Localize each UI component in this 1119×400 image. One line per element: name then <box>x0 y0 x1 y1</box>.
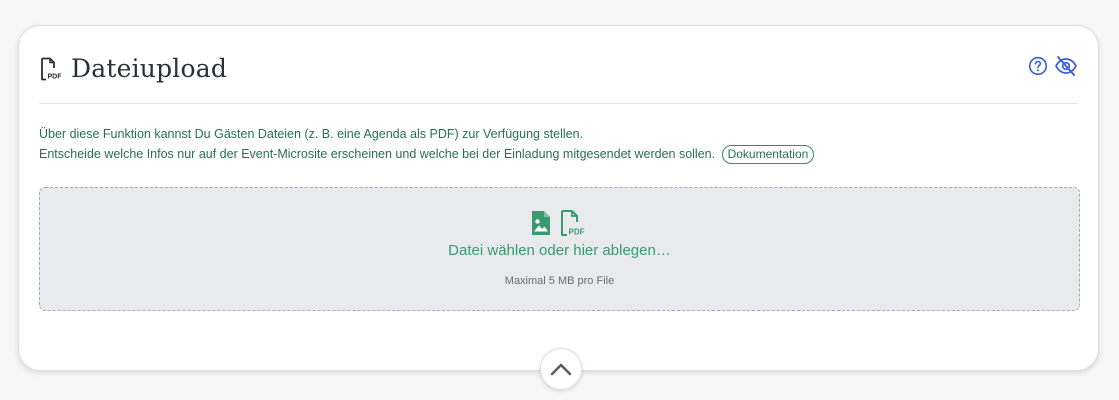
dropzone-icons: PDF <box>40 210 1079 236</box>
file-dropzone[interactable]: PDF Datei wählen oder hier ablegen… Maxi… <box>39 187 1080 311</box>
svg-text:PDF: PDF <box>48 74 62 81</box>
description-text: Über diese Funktion kannst Du Gästen Dat… <box>39 124 1079 164</box>
description-line-1: Über diese Funktion kannst Du Gästen Dat… <box>39 127 584 141</box>
file-upload-card: PDF Dateiupload Über diese Funktion kann… <box>18 25 1099 390</box>
description-line-2-text: Entscheide welche Infos nur auf der Even… <box>39 147 716 161</box>
dropzone-size-hint: Maximal 5 MB pro File <box>504 275 615 287</box>
page-title: Dateiupload <box>71 54 228 83</box>
chevron-up-icon <box>550 363 572 376</box>
pdf-file-icon: PDF <box>41 57 62 81</box>
card-header: PDF Dateiupload <box>39 26 1078 104</box>
dropzone-label: Datei wählen oder hier ablegen… <box>448 242 671 259</box>
description-line-2: Entscheide welche Infos nur auf der Even… <box>39 144 1079 164</box>
collapse-button[interactable] <box>540 348 582 390</box>
help-circle-icon[interactable] <box>1028 56 1048 76</box>
eye-off-icon[interactable] <box>1054 55 1078 77</box>
svg-text:PDF: PDF <box>569 228 585 237</box>
documentation-link[interactable]: Dokumentation <box>721 145 815 164</box>
image-file-icon <box>532 211 550 235</box>
pdf-file-icon: PDF <box>561 210 585 237</box>
